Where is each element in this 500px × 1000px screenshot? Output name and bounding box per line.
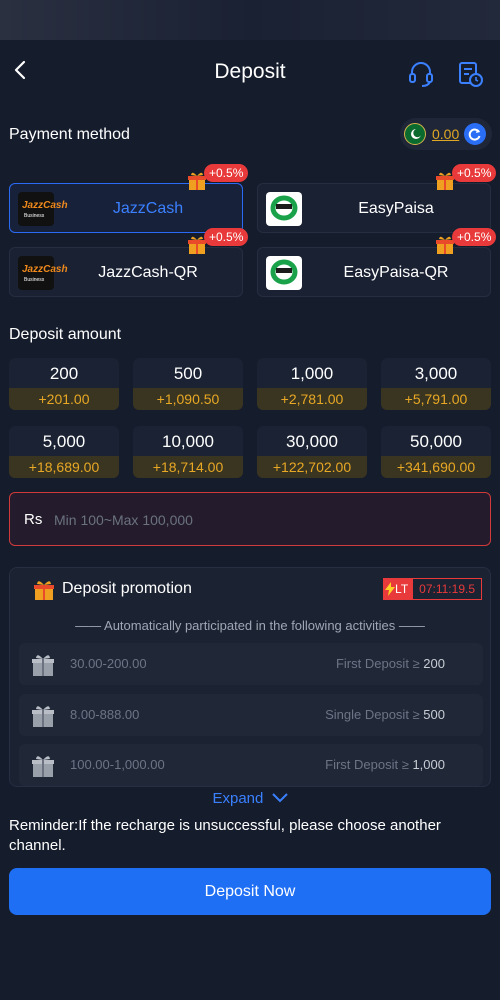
amount-option[interactable]: 5,000 +18,689.00: [9, 426, 119, 478]
promotion-activity: 100.00-1,000.00 First Deposit ≥ 1,000: [19, 744, 483, 786]
activity-condition: Single Deposit ≥ 500: [325, 707, 445, 722]
activity-range: 30.00-200.00: [70, 656, 147, 671]
payment-method-label: Payment method: [9, 126, 130, 143]
refresh-icon: [468, 128, 481, 141]
amount-option[interactable]: 1,000 +2,781.00: [257, 358, 367, 410]
bonus-badge: +0.5%: [452, 164, 497, 182]
headset-icon: [409, 62, 433, 87]
limited-time-tag: LT: [383, 578, 413, 600]
easypaisa-logo: [266, 256, 302, 290]
amount-bonus: +122,702.00: [257, 456, 367, 478]
amount-bonus: +2,781.00: [257, 388, 367, 410]
deposit-amount-label: Deposit amount: [9, 326, 122, 343]
records-button[interactable]: [458, 60, 484, 88]
records-icon: [459, 62, 483, 87]
gift-icon: [32, 706, 54, 727]
balance-value: 0.00: [432, 126, 460, 142]
auto-participate-text: —— Automatically participated in the fol…: [75, 618, 425, 633]
balance-display: 0.00: [400, 118, 492, 150]
promotion-activity: 30.00-200.00 First Deposit ≥ 200: [19, 643, 483, 685]
support-button[interactable]: [408, 60, 434, 88]
amount-option[interactable]: 500 +1,090.50: [133, 358, 243, 410]
amount-bonus: +18,714.00: [133, 456, 243, 478]
payment-method-label: EasyPaisa: [358, 200, 434, 217]
gift-icon: [32, 655, 54, 676]
amount-option[interactable]: 3,000 +5,791.00: [381, 358, 491, 410]
currency-label: Rs: [24, 511, 43, 528]
amount-option[interactable]: 30,000 +122,702.00: [257, 426, 367, 478]
gift-icon: [34, 581, 54, 600]
deposit-promotion-panel: Deposit promotion LT 07:11:19.5 —— Autom…: [9, 567, 491, 787]
amount-bonus: +341,690.00: [381, 456, 491, 478]
jazzcash-logo: JazzCash Business: [18, 256, 68, 290]
payment-method-label: JazzCash: [112, 200, 184, 217]
activity-range: 100.00-1,000.00: [70, 757, 165, 772]
amount-option[interactable]: 200 +201.00: [9, 358, 119, 410]
amount-option[interactable]: 10,000 +18,714.00: [133, 426, 243, 478]
payment-method-label: EasyPaisa-QR: [343, 264, 449, 281]
expand-button[interactable]: Expand: [0, 790, 500, 807]
reminder-text: Reminder:If the recharge is unsuccessful…: [9, 817, 441, 854]
pakistan-flag-icon: [404, 123, 426, 145]
amount-input[interactable]: [54, 505, 474, 535]
countdown: 07:11:19.5: [412, 578, 482, 600]
amount-input-box: Rs: [9, 492, 491, 546]
activity-condition: First Deposit ≥ 200: [335, 656, 445, 671]
promotion-timer: LT 07:11:19.5: [383, 578, 482, 600]
activity-range: 8.00-888.00: [70, 707, 140, 722]
jazzcash-logo: JazzCash Business: [18, 192, 68, 226]
status-bar-area: [0, 0, 500, 40]
amount-bonus: +5,791.00: [381, 388, 491, 410]
refresh-balance-button[interactable]: [464, 123, 487, 145]
activity-condition: First Deposit ≥ 1,000: [325, 757, 445, 772]
deposit-now-button[interactable]: Deposit Now: [9, 868, 491, 915]
gift-icon: [32, 756, 54, 777]
easypaisa-logo: [266, 192, 302, 226]
bonus-badge: +0.5%: [204, 164, 249, 182]
amount-bonus: +18,689.00: [9, 456, 119, 478]
amount-bonus: +1,090.50: [133, 388, 243, 410]
promotion-title: Deposit promotion: [62, 580, 192, 597]
chevron-down-icon: [271, 793, 288, 803]
header: Deposit: [0, 40, 500, 108]
amount-option[interactable]: 50,000 +341,690.00: [381, 426, 491, 478]
promotion-activity: 8.00-888.00 Single Deposit ≥ 500: [19, 694, 483, 736]
payment-method-label: JazzCash-QR: [98, 264, 198, 281]
lightning-icon: [385, 582, 396, 596]
bonus-badge: +0.5%: [452, 228, 497, 246]
bonus-badge: +0.5%: [204, 228, 249, 246]
amount-bonus: +201.00: [9, 388, 119, 410]
